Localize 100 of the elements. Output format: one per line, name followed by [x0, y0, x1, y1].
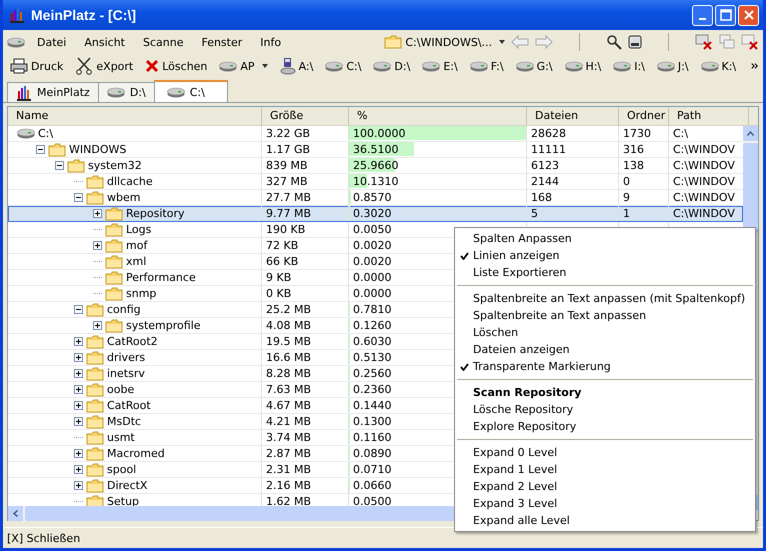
- document-tab[interactable]: C:\: [154, 80, 228, 102]
- document-tab[interactable]: MeinPlatz: [7, 82, 99, 102]
- menu-item[interactable]: Scann Repository: [455, 384, 755, 401]
- search-icon[interactable]: [606, 34, 622, 50]
- menu-item[interactable]: Fenster: [195, 36, 248, 48]
- folder-name: mof: [126, 238, 148, 253]
- expand-icon[interactable]: [93, 241, 102, 250]
- menu-item[interactable]: Spalten Anpassen: [455, 230, 755, 247]
- collapse-icon[interactable]: [55, 161, 64, 170]
- table-cell-text: 0.0020: [352, 238, 392, 253]
- table-cell-text: 0.3020: [352, 206, 392, 221]
- expand-icon[interactable]: [74, 401, 83, 410]
- folder-icon: [86, 366, 104, 380]
- folder-icon: [105, 286, 123, 300]
- maximize-button[interactable]: [715, 4, 736, 26]
- menu-item[interactable]: Expand 0 Level: [455, 444, 755, 461]
- delete-button[interactable]: Löschen: [142, 59, 210, 73]
- checkmark-icon: [460, 252, 468, 260]
- table-cell-text: 36.5100: [352, 142, 398, 157]
- caret-icon: [499, 40, 505, 44]
- scroll-left-icon[interactable]: [13, 510, 18, 517]
- drive-icon: [700, 60, 719, 72]
- close-window-icon[interactable]: [695, 34, 713, 50]
- folder-icon: [86, 302, 104, 316]
- drive-button[interactable]: J:\: [654, 60, 692, 72]
- table-cell-text: 10.1310: [352, 174, 398, 189]
- bar-chart-icon: [9, 7, 25, 23]
- menu-item[interactable]: Löschen: [455, 324, 755, 341]
- column-header[interactable]: Größe: [262, 107, 349, 125]
- menu-item[interactable]: Expand 3 Level: [455, 495, 755, 512]
- drive-button[interactable]: A:\: [276, 57, 316, 75]
- close-all-icon[interactable]: [741, 34, 759, 50]
- expand-icon[interactable]: [93, 209, 102, 218]
- drive-button[interactable]: G:\: [512, 60, 556, 72]
- table-cell-text: 0.1300: [352, 414, 392, 429]
- expand-icon[interactable]: [74, 417, 83, 426]
- document-tab[interactable]: D:\: [98, 82, 155, 102]
- close-button[interactable]: [738, 4, 759, 26]
- expand-icon[interactable]: [93, 321, 102, 330]
- drive-icon: [325, 60, 344, 72]
- folder-icon: [86, 494, 104, 508]
- print-button[interactable]: Druck: [7, 58, 66, 74]
- menu-item[interactable]: Linien anzeigen: [455, 247, 755, 264]
- menu-item[interactable]: Expand 1 Level: [455, 461, 755, 478]
- drive-button[interactable]: I:\: [610, 60, 648, 72]
- selected-row[interactable]: Repository 9.77 MB 0.3020 5 1 C:\WINDOV: [8, 206, 743, 222]
- expand-icon[interactable]: [74, 337, 83, 346]
- menu-item[interactable]: Dateien anzeigen: [455, 341, 755, 358]
- expand-icon[interactable]: [74, 481, 83, 490]
- address-dropdown[interactable]: C:\WINDOWS\...: [384, 35, 505, 49]
- menu-item[interactable]: Datei: [31, 36, 72, 48]
- table-cell: 28628: [531, 126, 566, 141]
- drive-icon: [219, 60, 238, 72]
- expand-icon[interactable]: [74, 449, 83, 458]
- dropdown-button[interactable]: AP: [216, 60, 271, 72]
- drive-button[interactable]: C:\: [322, 60, 364, 72]
- column-header[interactable]: Ordner: [619, 107, 669, 125]
- table-cell: C:\WINDOV: [673, 174, 735, 189]
- column-header[interactable]: Path: [669, 107, 749, 125]
- export-button[interactable]: eXport: [72, 57, 136, 75]
- drive-button[interactable]: F:\: [466, 60, 507, 72]
- table-cell: 72 KB: [262, 238, 349, 253]
- close-icon: [742, 9, 754, 21]
- drive-icon: [7, 36, 25, 48]
- menu-item[interactable]: Transparente Markierung: [455, 358, 755, 375]
- drive-icon: [564, 60, 583, 72]
- drive-button[interactable]: H:\: [562, 60, 604, 72]
- menu-item[interactable]: Spaltenbreite an Text anpassen (mit Spaltenkopf): [455, 290, 755, 307]
- menu-item[interactable]: Scanne: [136, 36, 190, 48]
- column-header[interactable]: Dateien: [527, 107, 619, 125]
- folder-name: wbem: [107, 190, 140, 205]
- expand-icon[interactable]: [74, 369, 83, 378]
- expand-icon[interactable]: [74, 385, 83, 394]
- column-header[interactable]: %: [349, 107, 527, 125]
- folder-name: dllcache: [107, 174, 153, 189]
- menu-item[interactable]: Expand alle Level: [455, 512, 755, 529]
- expand-icon[interactable]: [74, 353, 83, 362]
- drive-button[interactable]: E:\: [419, 60, 461, 72]
- menu-item[interactable]: Explore Repository: [455, 418, 755, 435]
- column-header[interactable]: Name: [8, 107, 262, 125]
- folder-name: Logs: [126, 222, 152, 237]
- menu-item[interactable]: Lösche Repository: [455, 401, 755, 418]
- expand-icon[interactable]: [74, 465, 83, 474]
- drive-button[interactable]: D:\: [370, 60, 414, 72]
- collapse-icon[interactable]: [74, 193, 83, 202]
- scroll-thumb[interactable]: [743, 143, 758, 233]
- scroll-up-icon[interactable]: [747, 131, 754, 136]
- menu-item[interactable]: Info: [254, 36, 288, 48]
- folder-icon: [48, 142, 66, 156]
- minimize-button[interactable]: [692, 4, 713, 26]
- menu-item[interactable]: Ansicht: [78, 36, 131, 48]
- collapse-icon[interactable]: [36, 145, 45, 154]
- menu-item[interactable]: Expand 2 Level: [455, 478, 755, 495]
- table-cell-text: 0.0000: [352, 286, 392, 301]
- menu-item[interactable]: Liste Exportieren: [455, 264, 755, 281]
- table-cell: 2144: [531, 174, 559, 189]
- menu-item[interactable]: Spaltenbreite an Text anpassen: [455, 307, 755, 324]
- collapse-icon[interactable]: [74, 305, 83, 314]
- drive-button[interactable]: K:\: [698, 60, 740, 72]
- chevron-icon[interactable]: [751, 61, 759, 71]
